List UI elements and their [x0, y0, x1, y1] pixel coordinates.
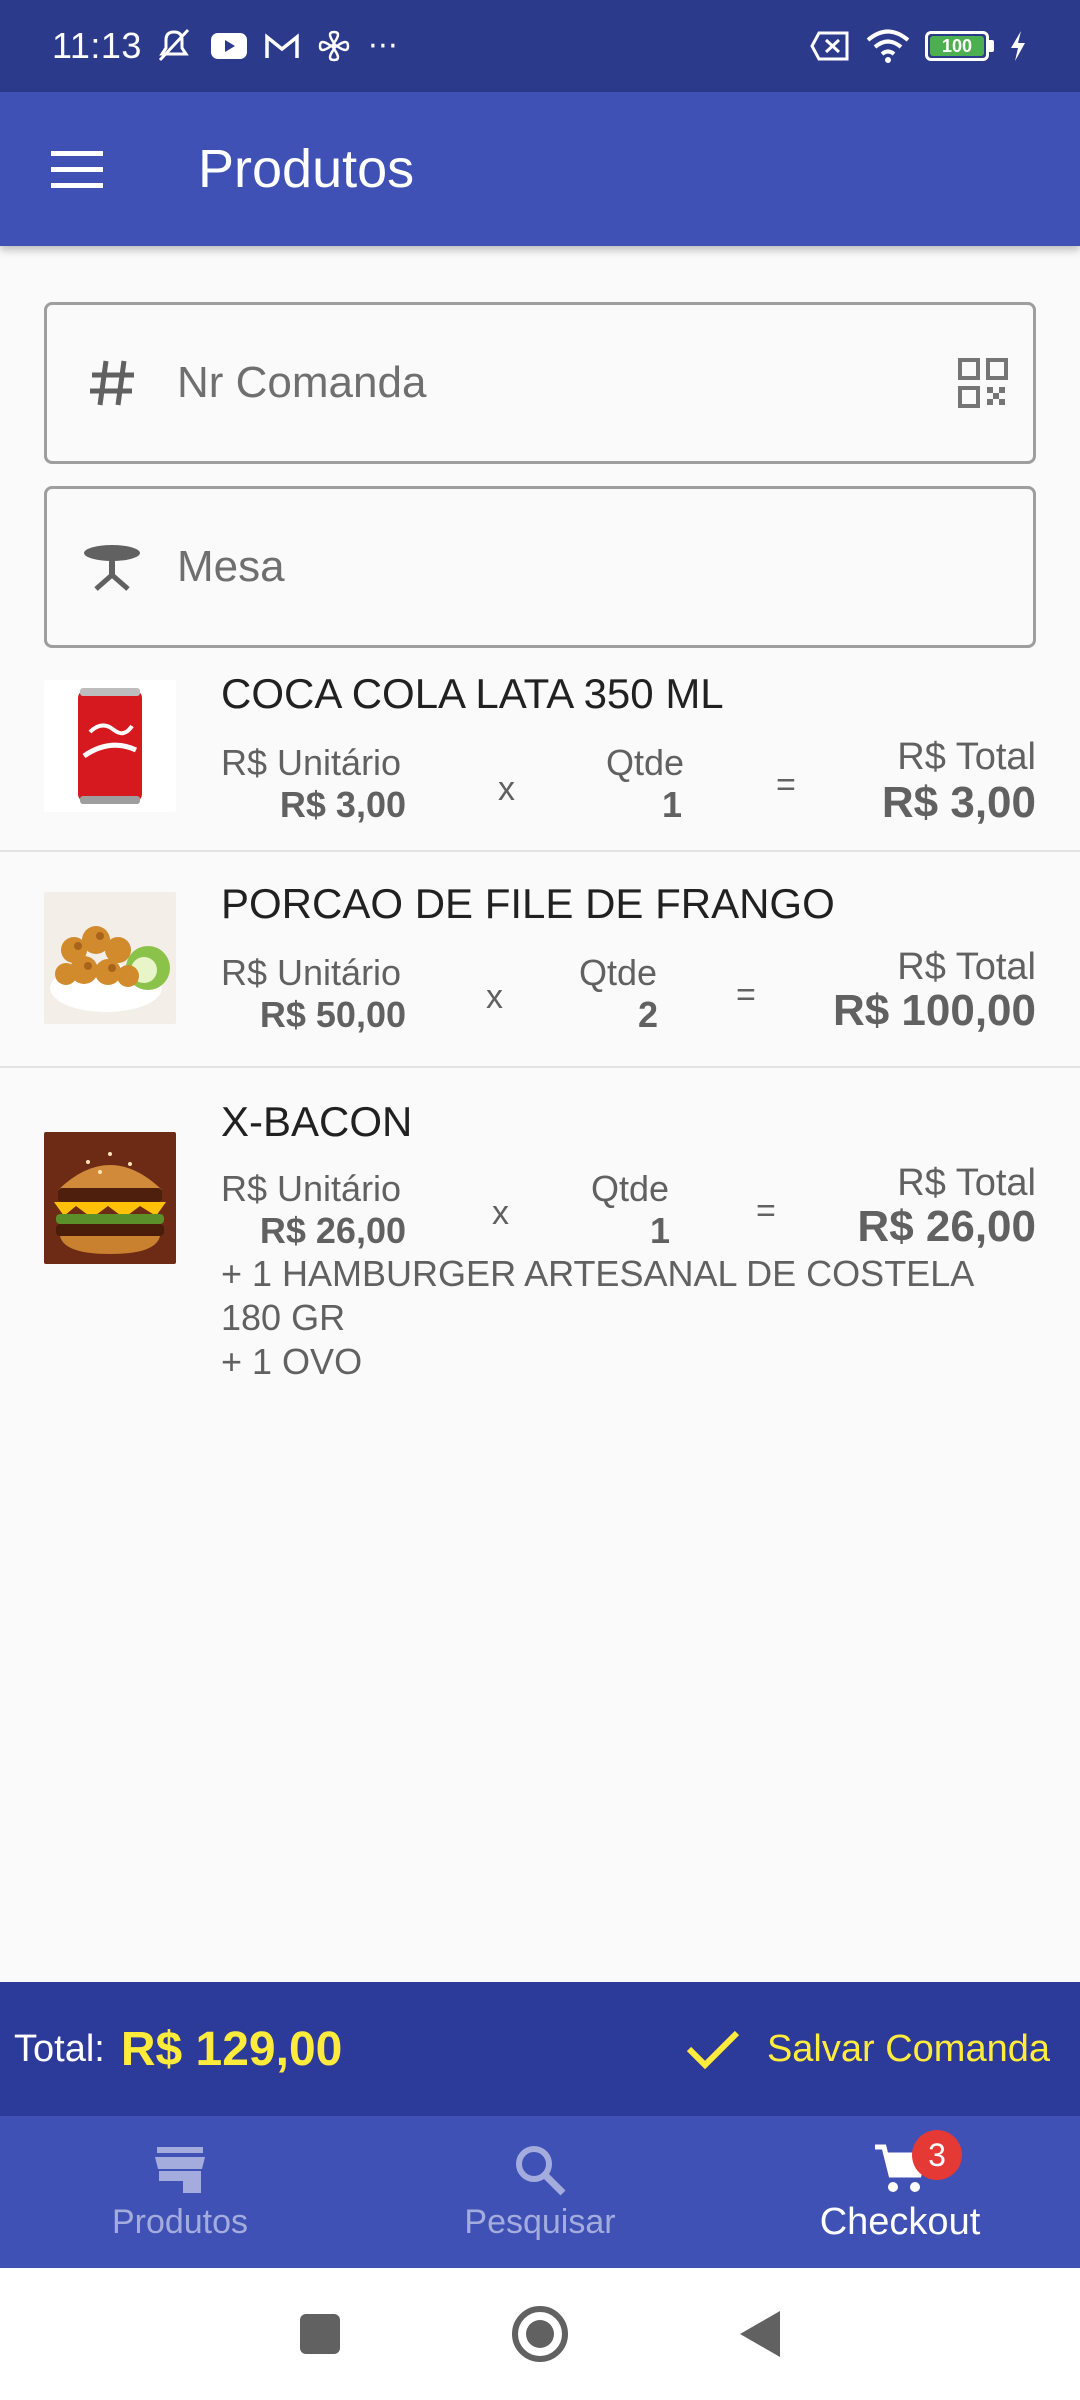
- unit-price-label: R$ Unitário: [221, 1168, 402, 1209]
- order-summary-bar: Total: R$ 129,00 Salvar Comanda: [0, 1982, 1080, 2116]
- back-triangle-icon: [740, 2311, 780, 2357]
- system-navigation-bar: [0, 2268, 1080, 2400]
- product-image-porcao-frango: [44, 892, 176, 1024]
- nav-item-pesquisar[interactable]: Pesquisar: [360, 2116, 720, 2268]
- qty-value: 1: [649, 1210, 670, 1251]
- circle-icon: [512, 2306, 568, 2362]
- search-icon: [516, 2145, 566, 2195]
- product-name: COCA COLA LATA 350 ML: [221, 670, 724, 717]
- unit-price-value: R$ 3,00: [279, 784, 406, 825]
- nav-label: Pesquisar: [464, 2202, 616, 2241]
- mesa-input[interactable]: [177, 542, 1033, 592]
- recents-button[interactable]: [290, 2304, 350, 2364]
- total-value: R$ 3,00: [881, 778, 1036, 827]
- qty-value: 2: [637, 994, 658, 1035]
- qty-label: Qtde: [591, 1168, 670, 1209]
- more-notifications-icon: ⋯: [367, 29, 398, 62]
- cart-badge: 3: [912, 2130, 962, 2180]
- qr-code-icon: [958, 358, 1008, 408]
- list-item[interactable]: X-BACON R$ Unitário R$ 26,00 x Qtde 1 = …: [0, 1068, 1080, 1398]
- gmail-icon: [265, 33, 299, 58]
- addon-line: + 1 HAMBURGER ARTESANAL DE COSTELA 180 G…: [221, 1253, 973, 1338]
- battery-icon: 100: [925, 31, 994, 61]
- unit-price-label: R$ Unitário: [221, 742, 402, 783]
- total-label: Total:: [14, 2027, 105, 2070]
- back-button[interactable]: [730, 2304, 790, 2364]
- nav-item-checkout[interactable]: 3 Checkout: [720, 2116, 1080, 2268]
- equals-sign: =: [776, 766, 796, 804]
- product-name: X-BACON: [221, 1098, 413, 1145]
- total-label: R$ Total: [897, 946, 1036, 988]
- store-icon: [155, 2146, 205, 2193]
- product-name: PORCAO DE FILE DE FRANGO: [221, 880, 835, 927]
- total-label: R$ Total: [897, 736, 1036, 778]
- list-item[interactable]: PORCAO DE FILE DE FRANGO R$ Unitário R$ …: [0, 852, 1080, 1068]
- comanda-input[interactable]: [177, 358, 933, 408]
- total-value: R$ 26,00: [857, 1202, 1036, 1251]
- nav-label: Produtos: [111, 2202, 249, 2241]
- product-image-x-bacon: [44, 1132, 176, 1264]
- qty-label: Qtde: [606, 742, 685, 783]
- check-icon: [686, 2030, 740, 2070]
- multiply-sign: x: [498, 770, 515, 808]
- status-time: 11:13: [52, 25, 142, 66]
- square-icon: [300, 2314, 340, 2354]
- equals-sign: =: [756, 1192, 776, 1230]
- home-button[interactable]: [510, 2304, 570, 2364]
- mesa-field: [44, 486, 1036, 648]
- unit-price-value: R$ 50,00: [259, 994, 406, 1035]
- qty-value: 1: [661, 784, 682, 825]
- status-bar: 11:13 ⋯ 100: [0, 0, 1080, 92]
- list-item[interactable]: COCA COLA LATA 350 ML R$ Unitário R$ 3,0…: [0, 660, 1080, 852]
- equals-sign: =: [736, 976, 756, 1014]
- wifi-icon: [866, 29, 910, 63]
- unit-price-label: R$ Unitário: [221, 952, 402, 993]
- menu-button[interactable]: [0, 92, 154, 246]
- order-total: R$ 129,00: [120, 2022, 343, 2076]
- bottom-navigation: Produtos Pesquisar 3 Checkout: [0, 2116, 1080, 2268]
- qr-scan-button[interactable]: [933, 357, 1033, 409]
- charging-icon: [1011, 31, 1025, 61]
- status-system-icons: 100: [809, 29, 1028, 63]
- table-icon: [84, 545, 140, 591]
- nav-label: Checkout: [819, 2200, 981, 2243]
- battery-level: 100: [930, 36, 984, 56]
- fan-icon: [318, 30, 350, 62]
- youtube-icon: [210, 33, 247, 59]
- sim-off-icon: [810, 31, 849, 61]
- total-label: R$ Total: [897, 1162, 1036, 1204]
- status-notification-icons: ⋯: [154, 28, 398, 64]
- save-comanda-label: Salvar Comanda: [766, 2027, 1050, 2070]
- save-comanda-button[interactable]: Salvar Comanda: [685, 2027, 1066, 2071]
- unit-price-value: R$ 26,00: [259, 1210, 406, 1251]
- qty-label: Qtde: [579, 952, 658, 993]
- hash-icon: [90, 360, 134, 406]
- hamburger-menu-icon: [51, 151, 103, 188]
- total-value: R$ 100,00: [832, 986, 1036, 1035]
- multiply-sign: x: [492, 1194, 509, 1232]
- product-image-coca-cola: [44, 680, 176, 812]
- multiply-sign: x: [486, 978, 503, 1016]
- app-bar: Produtos: [0, 92, 1080, 246]
- mute-icon: [158, 28, 190, 62]
- nav-item-produtos[interactable]: Produtos: [0, 2116, 360, 2268]
- comanda-field: [44, 302, 1036, 464]
- page-title: Produtos: [198, 139, 415, 199]
- addon-line: + 1 OVO: [221, 1341, 363, 1382]
